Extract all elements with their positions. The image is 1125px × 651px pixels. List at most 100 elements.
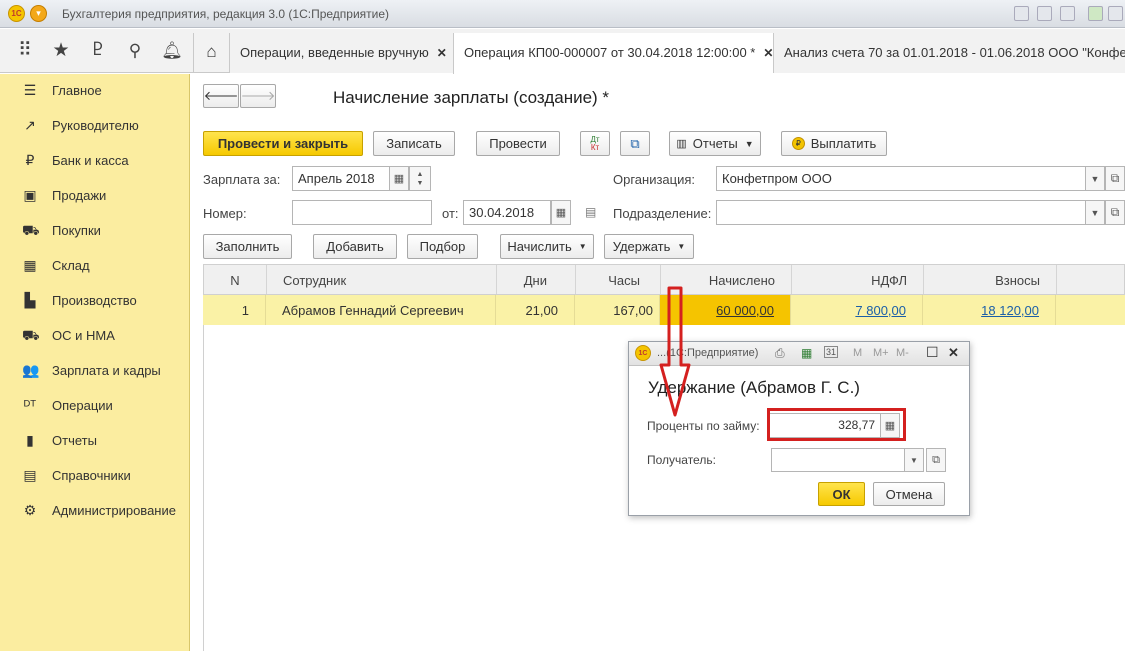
sidebar-item-3[interactable]: ▣ Продажи xyxy=(0,179,190,214)
tab-manual-operations[interactable]: Операции, введенные вручную ✕ xyxy=(229,33,453,73)
back-button[interactable]: 🡐 xyxy=(203,84,239,108)
favorites-star-icon[interactable]: ★ xyxy=(50,40,72,62)
apps-grid-icon[interactable]: ⠿ xyxy=(14,40,36,62)
page-title: Начисление зарплаты (создание) * xyxy=(333,88,610,107)
org-field[interactable]: Конфетпром ООО xyxy=(716,166,1086,191)
col-ndfl[interactable]: НДФЛ xyxy=(792,265,924,294)
sidebar-item-6[interactable]: ▙ Производство xyxy=(0,284,190,319)
accrued-link[interactable]: 60 000,00 xyxy=(716,303,774,318)
sidebar-item-8[interactable]: 👥 Зарплата и кадры xyxy=(0,354,190,389)
sidebar-item-4[interactable]: ⛟ Покупки xyxy=(0,214,190,249)
sidebar-item-1[interactable]: ↗ Руководителю xyxy=(0,109,190,144)
gear-icon: ⚙ xyxy=(23,502,37,518)
col-employee[interactable]: Сотрудник xyxy=(267,265,497,294)
bookmark-icon[interactable] xyxy=(1088,6,1103,21)
fill-button[interactable]: Заполнить xyxy=(203,234,292,259)
calculator-icon[interactable]: ▦ xyxy=(801,346,812,360)
close-icon[interactable]: ✕ xyxy=(948,345,959,361)
comment-icon[interactable]: ▤ xyxy=(585,205,596,219)
cell-n[interactable]: 1 xyxy=(203,295,266,325)
dept-dropdown[interactable]: ▼ xyxy=(1085,200,1105,225)
app-logo: 1С xyxy=(635,345,651,361)
post-close-button[interactable]: Провести и закрыть xyxy=(203,131,363,156)
sidebar-item-2[interactable]: ₽ Банк и касса xyxy=(0,144,190,179)
memory-plus-button[interactable]: M+ xyxy=(873,347,889,359)
number-field[interactable] xyxy=(292,200,432,225)
window-titlebar: 1С ▾ Бухгалтерия предприятия, редакция 3… xyxy=(0,0,1125,28)
dt-kt-button[interactable]: Дт Кт xyxy=(580,131,610,156)
print-icon[interactable] xyxy=(1037,6,1052,21)
cell-employee[interactable]: Абрамов Геннадий Сергеевич xyxy=(266,295,496,325)
cancel-button[interactable]: Отмена xyxy=(873,482,945,506)
col-contributions[interactable]: Взносы xyxy=(924,265,1057,294)
recipient-dropdown[interactable]: ▼ xyxy=(904,448,924,472)
reports-button[interactable]: ▥ Отчеты ▼ xyxy=(669,131,761,156)
memory-minus-button[interactable]: M- xyxy=(896,347,909,359)
cell-hours[interactable]: 167,00 xyxy=(575,295,660,325)
sidebar-item-label: Руководителю xyxy=(52,118,139,133)
date-field[interactable]: 30.04.2018 xyxy=(463,200,551,225)
dept-open-icon[interactable]: ⧉ xyxy=(1105,200,1125,225)
org-open-icon[interactable]: ⧉ xyxy=(1105,166,1125,191)
sidebar-item-label: Производство xyxy=(52,293,137,308)
annotation-arrow-icon xyxy=(659,286,691,417)
sidebar-item-12[interactable]: ⚙ Администрирование xyxy=(0,494,190,529)
sidebar-item-10[interactable]: ▮ Отчеты xyxy=(0,424,190,459)
cell-ndfl[interactable]: 7 800,00 xyxy=(791,295,923,325)
post-button[interactable]: Провести xyxy=(476,131,560,156)
recipient-open-icon[interactable]: ⧉ xyxy=(926,448,946,472)
withhold-label: Удержать xyxy=(612,239,671,254)
col-days[interactable]: Дни xyxy=(497,265,576,294)
recipient-field[interactable] xyxy=(771,448,905,472)
salary-period-field[interactable]: Апрель 2018 xyxy=(292,166,390,191)
history-icon[interactable]: Ⴒ xyxy=(87,40,109,62)
sidebar-item-9[interactable]: ᴰᵀ Операции xyxy=(0,389,190,424)
sidebar-item-0[interactable]: ☰ Главное xyxy=(0,74,190,109)
cell-contributions[interactable]: 18 120,00 xyxy=(923,295,1056,325)
search-icon[interactable]: ⚲ xyxy=(124,40,146,62)
withhold-button[interactable]: Удержать ▼ xyxy=(604,234,694,259)
structure-icon[interactable]: ⧉ xyxy=(620,131,650,156)
calendar-icon[interactable]: 31 xyxy=(824,346,839,358)
ndfl-link[interactable]: 7 800,00 xyxy=(855,303,906,318)
select-button[interactable]: Подбор xyxy=(407,234,478,259)
sidebar-item-7[interactable]: ⛟ ОС и НМА xyxy=(0,319,190,354)
books-icon: ▤ xyxy=(23,467,37,483)
info-icon[interactable] xyxy=(1108,6,1123,21)
memory-m-button[interactable]: M xyxy=(853,347,862,359)
sidebar-item-label: Администрирование xyxy=(52,503,176,518)
contributions-link[interactable]: 18 120,00 xyxy=(981,303,1039,318)
save-button[interactable]: Записать xyxy=(373,131,455,156)
pay-button[interactable]: ₽ Выплатить xyxy=(781,131,887,156)
sidebar-item-5[interactable]: ▦ Склад xyxy=(0,249,190,284)
bell-icon[interactable]: 🔔︎ xyxy=(161,40,183,62)
period-stepper[interactable]: ▲ ▼ xyxy=(409,166,431,191)
calendar-icon[interactable]: ▦ xyxy=(389,166,409,191)
org-dropdown[interactable]: ▼ xyxy=(1085,166,1105,191)
accrue-button[interactable]: Начислить ▼ xyxy=(500,234,594,259)
ok-button[interactable]: ОК xyxy=(818,482,865,506)
print-icon[interactable]: ⎙ xyxy=(775,346,785,361)
dept-field[interactable] xyxy=(716,200,1086,225)
close-icon[interactable]: ✕ xyxy=(437,46,447,60)
close-icon[interactable]: ✕ xyxy=(763,46,773,60)
home-icon[interactable]: ⌂ xyxy=(193,33,229,73)
number-label: Номер: xyxy=(203,206,247,221)
tab-operation[interactable]: Операция КП00-000007 от 30.04.2018 12:00… xyxy=(453,33,773,74)
col-n[interactable]: N xyxy=(204,265,267,294)
sidebar-item-label: Зарплата и кадры xyxy=(52,363,161,378)
save-icon[interactable] xyxy=(1014,6,1029,21)
main-menu-icon[interactable]: ▾ xyxy=(30,5,47,22)
sidebar-item-11[interactable]: ▤ Справочники xyxy=(0,459,190,494)
dt-kt-icon: ᴰᵀ xyxy=(23,397,37,413)
sidebar-item-label: Склад xyxy=(52,258,90,273)
forward-button[interactable]: 🡒 xyxy=(240,84,276,108)
add-button[interactable]: Добавить xyxy=(313,234,397,259)
calendar-icon[interactable]: ▦ xyxy=(551,200,571,225)
cell-days[interactable]: 21,00 xyxy=(496,295,575,325)
tab-account-analysis[interactable]: Анализ счета 70 за 01.01.2018 - 01.06.20… xyxy=(773,33,1125,73)
accrue-label: Начислить xyxy=(507,239,572,254)
search-icon[interactable] xyxy=(1060,6,1075,21)
col-hours[interactable]: Часы xyxy=(576,265,661,294)
maximize-icon[interactable]: ☐ xyxy=(926,344,939,361)
